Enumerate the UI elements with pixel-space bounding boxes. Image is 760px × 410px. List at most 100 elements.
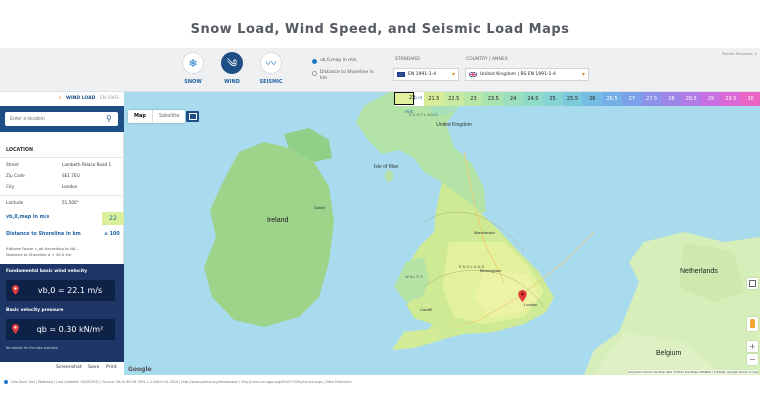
tab-seismic-label: SEISMIC [259,79,283,85]
label-scotland: SCOTLAND [409,112,439,117]
print-button[interactable]: Print [106,365,117,370]
fund-velocity-result: vb,0 = 22.1 m/s [6,280,115,301]
pegman-icon[interactable] [747,317,758,331]
divider [0,195,124,196]
velocity-pressure-result: qb = 0.30 kN/m² [6,319,115,340]
legend-cell: 28 [661,92,682,106]
field-street: Street Lambeth Palace Road 1 [6,162,112,167]
search-icon[interactable]: ⚲ [106,113,112,125]
legend-cell: 29.5 [720,92,741,106]
left-panel: ⇩ WIND LOAD EN 1991-1-4 | BS EN 1991-1-4… [0,92,124,375]
legend-cell: 22 [394,92,415,105]
tab-wind-label: WIND [224,79,240,85]
location-marker-icon[interactable] [518,290,527,302]
legend-cell: 27 [621,92,642,106]
standard-select[interactable]: EN 1991-1-4 ▾ [393,68,459,81]
location-title: LOCATION [6,148,33,153]
action-bar: Screenshot Save Print [0,362,124,375]
divider [0,157,124,158]
page: Snow Load, Wind Speed, and Seismic Load … [0,0,760,410]
tab-snow-label: SNOW [184,79,202,85]
tab-seismic[interactable]: 〰 SEISMIC [254,52,288,85]
publish-requests: Publish Requests: 0 [721,52,757,56]
radio-distance-shoreline[interactable]: Distance to Shoreline in km [312,70,380,82]
screenshot-button[interactable]: Screenshot [56,365,82,370]
fund-velocity-title: Fundamental basic wind velocity [6,269,88,274]
label-london: London [524,302,538,307]
legend-cell: 29 [701,92,721,106]
label-uk: United Kingdom [436,122,472,128]
legend-cell: 25 [542,92,563,106]
map-pin-icon [12,324,19,334]
fullscreen-icon[interactable] [747,278,758,289]
location-search-input[interactable] [5,112,118,126]
wind-zone-map[interactable]: vb,0,map in m/s 21.52222.52323.52424.525… [124,92,760,375]
arrow-icon: ⇩ [58,96,62,101]
country-label: COUNTRY | ANNEX [466,57,508,62]
tab-wind[interactable]: ༄ WIND [215,52,249,85]
zoom-in-button[interactable]: + [747,341,758,352]
chevron-down-icon: ▾ [581,71,585,78]
eu-flag-icon [397,72,405,77]
label-cardiff: Cardiff [420,307,432,312]
vb-map-value: 22 [102,212,124,225]
tab-snow[interactable]: ❄ SNOW [176,52,210,85]
liability-note: No liability for the data provided [6,346,58,350]
chevron-down-icon: ▾ [451,71,455,78]
legend-cell: 23 [463,92,484,106]
map-canvas [204,92,760,375]
layer-toggle-icon[interactable] [186,111,199,122]
results-box: Fundamental basic wind velocity vb,0 = 2… [0,264,124,375]
map-pin-icon [12,285,19,295]
legend-cell: 27.5 [641,92,662,106]
radio-dot [312,71,317,76]
seismic-icon: 〰 [260,52,282,74]
zoom-out-button[interactable]: − [747,354,758,365]
distance-row: Distance to Shoreline in km ≤ 100 [6,232,120,237]
search-bar: ⚲ [0,106,124,132]
legend-cell: 24.5 [522,92,543,106]
field-city: City London [6,184,78,189]
label-belgium: Belgium [656,350,682,357]
field-latitude: Latitude 51.500° [6,200,79,205]
distance-value: ≤ 100 [104,232,120,237]
color-legend: vb,0,map in m/s 21.52222.52323.52424.525… [394,92,760,115]
uk-flag-icon [469,72,477,77]
settings-bar: ❄ SNOW ༄ WIND 〰 SEISMIC vb,0,map in m/s … [0,48,760,92]
info-icon [4,380,8,384]
map-attribution: Keyboard shortcuts Map data ©2023 GeoBas… [628,370,758,374]
radio-dot [312,59,317,64]
field-zip: Zip Code SE1 7EU [6,173,80,178]
radio-vb-map[interactable]: vb,0,map in m/s [312,58,380,64]
legend-cell: 22.5 [443,92,464,106]
footer: Geo-Zone Tool | Webshop | Last Updated: … [0,378,760,386]
label-manchester: Manchester [474,230,495,235]
label-ireland: Ireland [267,217,289,224]
legend-cell: 25.5 [562,92,583,106]
snowflake-icon: ❄ [182,52,204,74]
label-dublin: Dublin [314,205,326,210]
label-wales: WALES [405,274,424,279]
wind-icon: ༄ [221,52,243,74]
legend-cell: 21.5 [424,92,444,106]
legend-cell: 26.5 [602,92,622,106]
map-mode-button[interactable]: Map [128,110,152,123]
legend-cell: 23.5 [483,92,504,106]
label-isle-of-man: Isle of Man [374,164,399,170]
label-netherlands: Netherlands [680,268,718,275]
standard-label: STANDARD [395,57,420,62]
save-button[interactable]: Save [88,365,99,370]
legend-cell: 24 [503,92,523,106]
legend-cell: 30 [740,92,760,106]
velocity-pressure-title: Basic velocity pressure [6,308,64,313]
vb-map-row: vb,0,map in m/s 22 [0,211,124,225]
google-logo: Google [128,366,152,373]
satellite-mode-button[interactable]: Satellite [151,110,185,123]
altitude-info: Altitude Factor c_alt According to NA...… [6,246,79,257]
legend-cell: 26 [582,92,603,106]
page-title: Snow Load, Wind Speed, and Seismic Load … [190,22,570,37]
legend-cell: 28.5 [681,92,702,106]
label-birmingham: Birmingham [480,268,502,273]
country-select[interactable]: United Kingdom | BS EN 1991-1-4 ▾ [465,68,589,81]
footer-text[interactable]: Geo-Zone Tool | Webshop | Last Updated: … [11,380,352,384]
